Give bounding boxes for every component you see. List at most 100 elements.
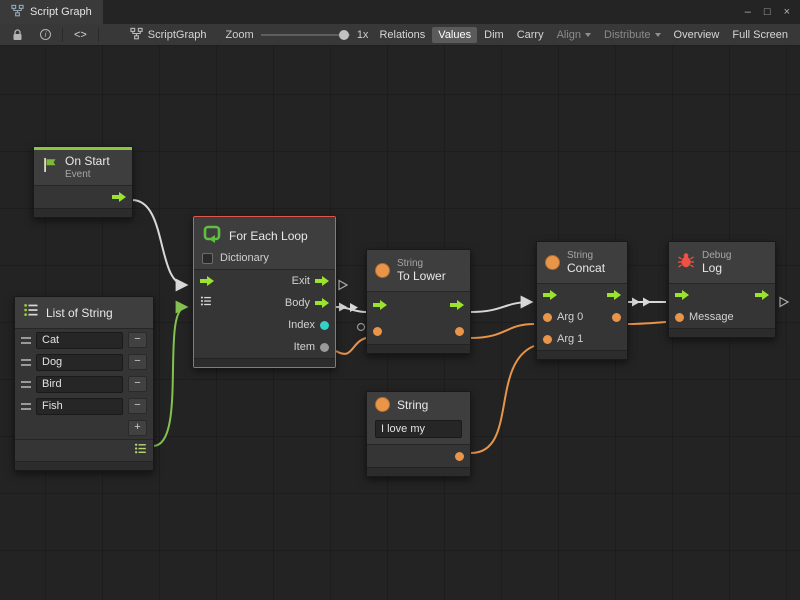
result-output-port[interactable] xyxy=(612,313,621,322)
carry-button[interactable]: Carry xyxy=(511,27,550,43)
minimize-icon[interactable]: – xyxy=(745,6,751,18)
port-label-arg1: Arg 1 xyxy=(557,333,583,345)
node-type-label: String xyxy=(567,250,605,262)
drag-handle-icon[interactable] xyxy=(21,403,31,410)
exit-output-port[interactable] xyxy=(315,276,329,286)
node-footer xyxy=(669,328,775,337)
zoom-slider[interactable] xyxy=(261,28,350,42)
body-output-port[interactable] xyxy=(315,298,329,308)
list-input-port[interactable] xyxy=(200,294,212,312)
node-string-to-lower[interactable]: String To Lower xyxy=(366,249,471,354)
node-list-of-string[interactable]: List of String − − − xyxy=(14,296,154,471)
overview-button[interactable]: Overview xyxy=(668,27,726,43)
string-output-port[interactable] xyxy=(455,327,464,336)
chevron-down-icon xyxy=(655,33,661,37)
wire-literal-to-concat-arg1[interactable] xyxy=(471,346,534,453)
align-button[interactable]: Align xyxy=(551,27,597,43)
tab-script-graph[interactable]: Script Graph xyxy=(0,0,103,24)
message-input-port[interactable] xyxy=(675,313,684,322)
flow-output-port[interactable] xyxy=(450,300,464,310)
node-type-label: String xyxy=(397,258,446,270)
window-tab-bar: Script Graph – □ × xyxy=(0,0,800,24)
flow-output-port[interactable] xyxy=(755,290,769,300)
graph-canvas[interactable]: On Start Event xyxy=(0,46,800,600)
graph-toolbar: i <> ScriptGraph Zoom 1x Relations Value… xyxy=(0,24,800,46)
wire-onstart-to-foreach[interactable] xyxy=(132,200,186,285)
node-subtitle: Event xyxy=(65,169,110,181)
flow-output-port[interactable] xyxy=(607,290,621,300)
remove-item-button[interactable]: − xyxy=(128,398,147,414)
close-icon[interactable]: × xyxy=(784,6,790,18)
remove-item-button[interactable]: − xyxy=(128,376,147,392)
drag-handle-icon[interactable] xyxy=(21,337,31,344)
maximize-icon[interactable]: □ xyxy=(764,6,771,18)
node-title: To Lower xyxy=(397,270,446,284)
port-label-body: Body xyxy=(285,297,310,309)
string-output-port[interactable] xyxy=(455,452,464,461)
node-title: Log xyxy=(702,262,731,276)
drag-handle-icon[interactable] xyxy=(21,359,31,366)
list-row: − xyxy=(15,351,153,373)
node-string-concat[interactable]: String Concat Arg 0 Arg 1 xyxy=(536,241,628,360)
relations-button[interactable]: Relations xyxy=(373,27,431,43)
node-title: String xyxy=(397,398,428,412)
add-item-button[interactable]: + xyxy=(128,420,147,436)
string-input-port[interactable] xyxy=(373,327,382,336)
node-string-literal[interactable]: String xyxy=(366,391,471,477)
node-title: For Each Loop xyxy=(229,229,308,243)
flow-input-port[interactable] xyxy=(543,290,557,300)
string-type-icon xyxy=(375,397,390,412)
node-footer xyxy=(15,461,153,470)
wire-list-to-foreach[interactable] xyxy=(153,307,186,446)
trigger-output-port[interactable] xyxy=(112,192,126,202)
remove-item-button[interactable]: − xyxy=(128,354,147,370)
node-for-each-loop[interactable]: For Each Loop Dictionary Exit xyxy=(193,216,336,368)
breadcrumb-label: ScriptGraph xyxy=(148,29,207,41)
dim-button[interactable]: Dim xyxy=(478,27,510,43)
string-value-input[interactable] xyxy=(375,420,462,438)
fullscreen-button[interactable]: Full Screen xyxy=(726,27,794,43)
list-item-input[interactable] xyxy=(36,354,123,371)
flag-icon xyxy=(42,157,58,178)
node-debug-log[interactable]: Debug Log Message xyxy=(668,241,776,338)
index-output-port[interactable] xyxy=(320,321,329,330)
wire-arrow xyxy=(643,298,651,307)
drag-handle-icon[interactable] xyxy=(21,381,31,388)
toolbar-separator xyxy=(62,28,63,42)
info-icon[interactable]: i xyxy=(34,27,57,42)
node-footer xyxy=(367,344,470,353)
values-button[interactable]: Values xyxy=(432,27,477,43)
port-label-arg0: Arg 0 xyxy=(557,311,583,323)
node-type-label: Debug xyxy=(702,250,731,262)
wire-item-to-tolower[interactable] xyxy=(336,338,366,354)
flow-input-port[interactable] xyxy=(675,290,689,300)
zoom-value: 1x xyxy=(357,29,369,41)
wire-tolower-to-concat-flow[interactable] xyxy=(471,302,531,312)
remove-item-button[interactable]: − xyxy=(128,332,147,348)
dictionary-checkbox[interactable] xyxy=(202,253,213,264)
arg1-input-port[interactable] xyxy=(543,335,552,344)
wire-tolower-to-concat-arg0[interactable] xyxy=(471,324,534,338)
loop-icon xyxy=(202,223,222,248)
arg0-input-port[interactable] xyxy=(543,313,552,322)
bug-icon xyxy=(677,251,695,274)
list-output-port[interactable] xyxy=(134,442,147,460)
zoom-label: Zoom xyxy=(226,29,254,41)
graph-breadcrumb[interactable]: ScriptGraph xyxy=(130,27,207,43)
item-output-port[interactable] xyxy=(320,343,329,352)
flow-input-port[interactable] xyxy=(373,300,387,310)
tab-title: Script Graph xyxy=(30,6,92,18)
lock-icon[interactable] xyxy=(6,27,29,43)
list-item-input[interactable] xyxy=(36,332,123,349)
string-type-icon xyxy=(375,263,390,278)
code-view-button[interactable]: <> xyxy=(68,27,93,43)
unconnected-port-indicator xyxy=(358,324,365,331)
wire-concat-to-log-value[interactable] xyxy=(628,322,666,324)
list-item-input[interactable] xyxy=(36,398,123,415)
zoom-slider-knob[interactable] xyxy=(339,30,349,40)
distribute-button[interactable]: Distribute xyxy=(598,27,666,43)
script-graph-icon xyxy=(130,27,143,43)
flow-input-port[interactable] xyxy=(200,276,214,286)
node-on-start[interactable]: On Start Event xyxy=(33,146,133,218)
list-item-input[interactable] xyxy=(36,376,123,393)
